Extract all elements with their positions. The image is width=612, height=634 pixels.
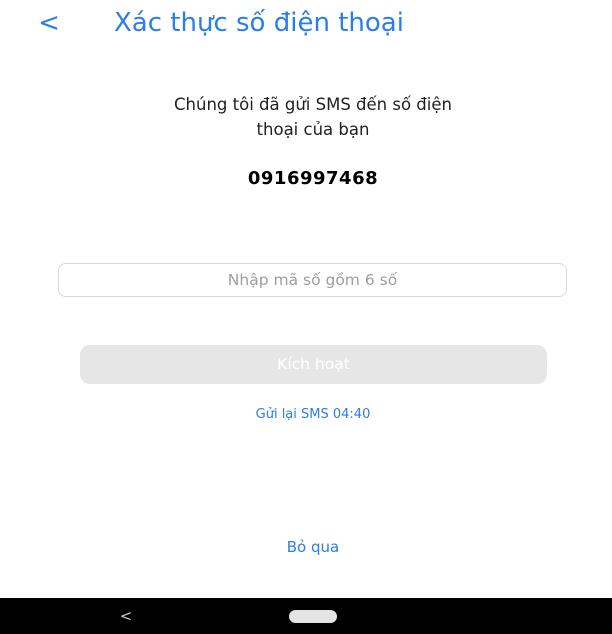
nav-home-pill-icon[interactable] xyxy=(289,610,337,623)
phone-number: 0916997468 xyxy=(247,168,379,189)
skip-link[interactable]: Bỏ qua xyxy=(210,536,416,558)
back-button[interactable]: < xyxy=(36,6,62,40)
chevron-left-icon[interactable]: < xyxy=(38,8,60,38)
resend-sms-link[interactable]: Gửi lại SMS 04:40 xyxy=(150,405,476,425)
activate-button[interactable]: Kích hoạt xyxy=(80,345,547,384)
verification-code-input[interactable] xyxy=(58,263,567,297)
sms-sent-message-line-1: Chúng tôi đã gửi SMS đến số điện xyxy=(174,95,452,114)
nav-back-icon[interactable]: < xyxy=(116,604,136,628)
page-title: Xác thực số điện thoại xyxy=(114,8,404,38)
app-header: < Xác thực số điện thoại xyxy=(0,0,612,52)
system-navigation-bar: < xyxy=(0,598,612,634)
sms-sent-message-line-2: thoại của bạn xyxy=(256,120,370,139)
sms-sent-message: Chúng tôi đã gửi SMS đến số điện thoại c… xyxy=(100,92,526,142)
